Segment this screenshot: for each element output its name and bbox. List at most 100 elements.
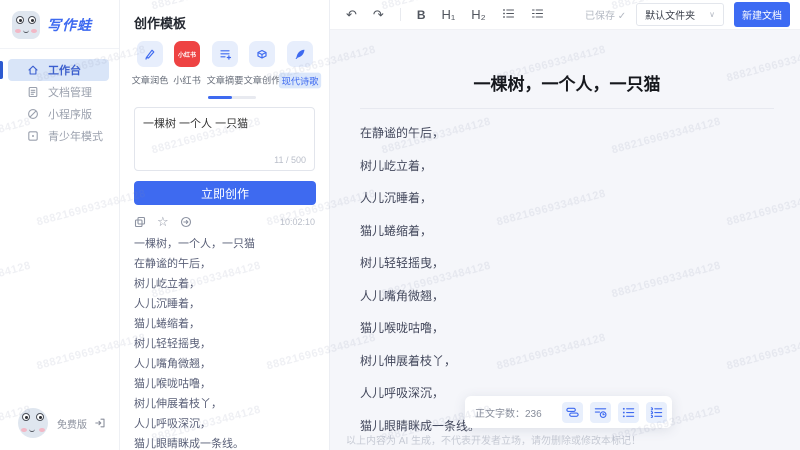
prompt-input-box: 一棵树 一个人 一只猫 11 / 500 (134, 107, 315, 171)
document-body[interactable]: 一棵树，一个人，一只猫 在静谧的午后， 树儿屹立着， 人儿沉睡着， 猫儿蜷缩着， 树儿轻… (330, 30, 800, 450)
sidebar-divider (0, 48, 119, 49)
poem-line[interactable]: 猫儿蜷缩着， (360, 215, 774, 248)
tab-label: 现代诗歌 (278, 72, 321, 89)
poem-line[interactable]: 树儿伸展着枝丫， (360, 345, 774, 378)
polish-pen-icon (136, 41, 163, 67)
result-line: 人儿嘴角微翘， (134, 358, 211, 370)
sidebar-item-mini-program[interactable]: 小程序版 (0, 103, 119, 125)
summary-list-icon (211, 41, 238, 67)
result-lines: 一棵树，一个人，一只猫 在静谧的午后， 树儿屹立着， 人儿沉睡着， 猫儿蜷缩着， 树儿轻轻… (134, 234, 315, 450)
paragraph-blocks-icon[interactable] (561, 401, 583, 423)
chevron-down-icon: ∨ (709, 10, 715, 19)
result-line: 树儿屹立着， (134, 278, 200, 290)
poem-line[interactable]: 人儿沉睡着， (360, 182, 774, 215)
word-count-toolbar: 正文字数：236 (465, 396, 672, 428)
result-timestamp: 10:02:10 (279, 217, 315, 227)
bold-button[interactable]: B (417, 9, 426, 21)
creation-box-icon (249, 41, 275, 67)
tab-article-summary[interactable]: 文章摘要 (206, 41, 243, 89)
result-line: 树儿伸展着枝丫， (134, 398, 222, 410)
sidebar-item-youth-mode[interactable]: 青少年模式 (0, 125, 119, 147)
folder-dropdown[interactable]: 默认文件夹 ∨ (636, 3, 724, 26)
result-line: 猫儿蜷缩着， (134, 318, 200, 330)
tab-label: 小红书 (173, 76, 201, 87)
sidebar-item-doc-manage[interactable]: 文档管理 (0, 81, 119, 103)
toolbar-divider (399, 8, 401, 21)
heading2-button[interactable]: H₂ (471, 8, 485, 21)
tab-label: 文章创作 (243, 76, 281, 87)
panel-title: 创作模板 (134, 16, 187, 31)
poem-line[interactable]: 猫儿喉咙咕噜， (360, 312, 774, 345)
result-line: 在静谧的午后， (134, 258, 211, 270)
result-line: 猫儿喉咙咕噜， (134, 378, 211, 390)
ai-disclaimer: 以上内容为 AI 生成，不代表开发者立场，请勿删除或修改本标记！ (346, 436, 642, 447)
tab-label: 文章摘要 (206, 76, 243, 87)
create-now-button[interactable]: 立即创作 (134, 181, 316, 205)
sidebar-item-label: 文档管理 (48, 87, 92, 99)
tabs-scrollbar-thumb[interactable] (208, 96, 232, 99)
result-line: 一棵树，一个人，一只猫 (134, 238, 255, 250)
heading1-button[interactable]: H₁ (441, 8, 455, 21)
ordered-list-icon[interactable] (531, 7, 544, 22)
bullet-list-icon[interactable] (502, 7, 515, 22)
app-window: 写作蛙 工作台 文档管理 小程序版 青少年模式 免费版 创作模板 文章润色 小红… (0, 0, 800, 450)
poem-line[interactable]: 人儿嘴角微翘， (360, 280, 774, 313)
result-line: 人儿呼吸深沉， (134, 418, 211, 430)
toolbar-right-group: 已保存 ✓ 默认文件夹 ∨ 新建文档 (585, 2, 790, 27)
undo-icon[interactable]: ↶ (346, 8, 357, 21)
bullet-list-icon[interactable] (617, 401, 639, 423)
user-avatar[interactable] (18, 408, 48, 438)
tab-label: 文章润色 (131, 76, 168, 87)
new-document-button[interactable]: 新建文档 (734, 2, 790, 27)
result-toolbar: ☆ 10:02:10 (134, 215, 315, 229)
sidebar-item-label: 青少年模式 (48, 131, 103, 143)
mini-program-icon (28, 109, 38, 119)
template-tabs: 文章润色 小红书 小红书 文章摘要 文章创作 现代诗歌 (120, 41, 329, 89)
insert-arrow-icon[interactable] (180, 216, 192, 228)
tab-article-creation[interactable]: 文章创作 (244, 41, 281, 89)
editor-toolbar: ↶ ↷ B H₁ H₂ 已保存 ✓ 默认文件夹 ∨ 新建文档 (330, 0, 800, 30)
word-count: 正文字数：236 (475, 408, 542, 420)
sidebar-item-label: 工作台 (48, 65, 81, 77)
sidebar: 写作蛙 工作台 文档管理 小程序版 青少年模式 免费版 (0, 0, 120, 450)
poem-line[interactable]: 树儿轻轻摇曳， (360, 247, 774, 280)
poem-line[interactable]: 树儿屹立着， (360, 150, 774, 183)
copy-icon[interactable] (134, 216, 146, 228)
indent-list-icon[interactable] (645, 401, 667, 423)
editor-area: ↶ ↷ B H₁ H₂ 已保存 ✓ 默认文件夹 ∨ 新建文档 一棵树，一个人，一… (330, 0, 800, 450)
generation-result: ☆ 10:02:10 一棵树，一个人，一只猫 在静谧的午后， 树儿屹立着， 人儿沉睡着… (134, 215, 315, 450)
sidebar-nav: 工作台 文档管理 小程序版 青少年模式 (0, 59, 119, 147)
poetry-quill-icon (286, 41, 313, 67)
outline-history-icon[interactable] (589, 401, 611, 423)
result-line: 树儿轻轻摇曳， (134, 338, 211, 350)
saved-status: 已保存 ✓ (584, 11, 627, 22)
prompt-input[interactable]: 一棵树 一个人 一只猫 (143, 115, 306, 153)
plan-badge: 免费版 (57, 419, 87, 431)
favorite-star-icon[interactable]: ☆ (157, 215, 169, 228)
title-divider (360, 108, 774, 109)
sidebar-footer: 免费版 (0, 408, 120, 438)
redo-icon[interactable]: ↷ (373, 8, 384, 21)
check-icon: ✓ (617, 11, 627, 22)
tabs-scrollbar[interactable] (208, 96, 256, 99)
sidebar-item-workbench[interactable]: 工作台 (0, 59, 119, 81)
document-icon (28, 86, 38, 98)
app-logo: 写作蛙 (0, 0, 119, 48)
home-icon (28, 65, 38, 75)
document-title[interactable]: 一棵树，一个人，一只猫 (360, 74, 774, 96)
app-logo-text: 写作蛙 (47, 17, 92, 33)
poem-line[interactable]: 在静谧的午后， (360, 117, 774, 150)
creation-template-panel: 创作模板 文章润色 小红书 小红书 文章摘要 文章创作 现代诗歌 一棵树 一个人… (120, 0, 330, 450)
sidebar-item-label: 小程序版 (48, 109, 92, 121)
tab-modern-poetry[interactable]: 现代诗歌 (278, 41, 321, 89)
xiaohongshu-icon: 小红书 (174, 41, 200, 67)
tab-article-polish[interactable]: 文章润色 (131, 41, 168, 89)
logout-icon[interactable] (94, 417, 106, 429)
char-count: 11 / 500 (274, 155, 306, 165)
frog-logo-icon (12, 11, 40, 39)
result-line: 猫儿眼睛眯成一条线。 (134, 438, 244, 450)
youth-mode-icon (28, 131, 38, 141)
result-line: 人儿沉睡着， (134, 298, 200, 310)
tab-xiaohongshu[interactable]: 小红书 小红书 (169, 41, 206, 89)
folder-dropdown-value: 默认文件夹 (645, 11, 696, 22)
